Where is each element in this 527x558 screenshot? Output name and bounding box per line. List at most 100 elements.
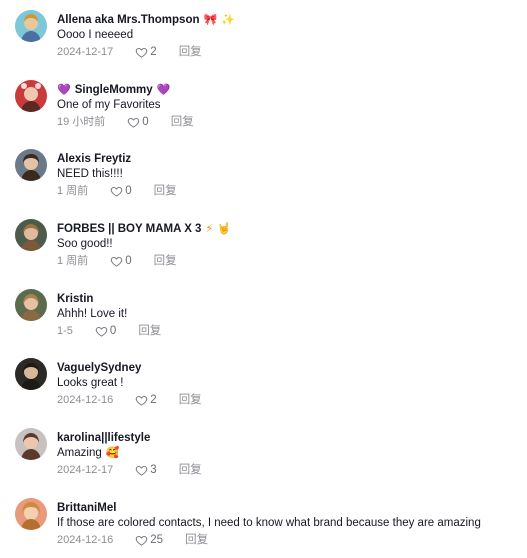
comment-meta: 19 小时前 0 回复 [57, 114, 194, 130]
comment-date: 2024-12-17 [57, 464, 114, 476]
like-count: 0 [109, 325, 117, 337]
reply-button[interactable]: 回复 [154, 183, 177, 199]
username-row: VaguelySydney [57, 360, 141, 376]
username[interactable]: BrittaniMel [57, 500, 116, 516]
like-button[interactable]: 2 [135, 44, 157, 60]
avatar[interactable] [15, 80, 47, 112]
username-row: Allena aka Mrs.Thompson 🎀 ✨ [57, 12, 235, 28]
avatar[interactable] [15, 498, 47, 530]
username-row: Kristin [57, 291, 93, 307]
like-button[interactable]: 3 [135, 462, 157, 478]
comment-item: Kristin Ahhh! Love it! 1-5 0 回复 [0, 289, 527, 349]
heart-outline-icon [110, 256, 123, 267]
comment-list: Allena aka Mrs.Thompson 🎀 ✨ Oooo I neeee… [0, 0, 527, 552]
purple-heart-emoji: 💜 [156, 84, 171, 96]
reply-button[interactable]: 回复 [179, 462, 202, 478]
comment-text-content: Amazing [57, 447, 102, 459]
purple-heart-emoji: 💜 [57, 84, 71, 96]
comment-meta: 2024-12-17 2 回复 [57, 44, 202, 60]
like-button[interactable]: 0 [110, 183, 132, 199]
heart-outline-icon [136, 535, 148, 546]
comment-text: Amazing 🥰 [57, 445, 119, 461]
username[interactable]: Alexis Freytiz [57, 151, 131, 167]
like-count: 2 [150, 394, 157, 406]
comment-item: Allena aka Mrs.Thompson 🎀 ✨ Oooo I neeee… [0, 10, 527, 70]
avatar[interactable] [15, 219, 47, 251]
avatar[interactable] [15, 358, 47, 390]
smiling-hearts-emoji: 🥰 [105, 447, 120, 459]
comment-text: Oooo I neeeed [57, 27, 133, 43]
comment-text: One of my Favorites [57, 97, 161, 113]
comment-text-content: Looks great ! [57, 377, 124, 389]
reply-button[interactable]: 回复 [138, 323, 161, 339]
username-row: FORBES || BOY MAMA X 3 ⚡ 🤘 [57, 221, 231, 237]
comment-date: 1-5 [57, 325, 73, 337]
comment-text-content: NEED this!!!! [57, 168, 123, 180]
like-button[interactable]: 0 [95, 323, 116, 339]
comment-text: If those are colored contacts, I need to… [57, 515, 481, 531]
comment-text-content: Soo good!! [57, 238, 113, 250]
like-count: 2 [150, 46, 157, 58]
username-row: 💜 SingleMommy 💜 [57, 82, 170, 98]
comment-item: FORBES || BOY MAMA X 3 ⚡ 🤘 Soo good!! 1 … [0, 219, 527, 279]
comment-date: 19 小时前 [57, 116, 106, 128]
comment-text-content: One of my Favorites [57, 99, 161, 111]
reply-button[interactable]: 回复 [171, 114, 194, 130]
comment-text: Looks great ! [57, 375, 123, 391]
like-count: 3 [150, 464, 157, 476]
heart-outline-icon [95, 326, 108, 337]
like-count: 0 [142, 116, 149, 128]
reply-button[interactable]: 回复 [185, 532, 208, 548]
avatar[interactable] [15, 149, 47, 181]
comment-item: Alexis Freytiz NEED this!!!! 1 周前 0 回复 [0, 149, 527, 209]
reply-button[interactable]: 回复 [179, 392, 202, 408]
like-count: 0 [125, 185, 132, 197]
sparkles-emoji: ✨ [221, 14, 235, 26]
heart-outline-icon [136, 465, 148, 476]
username-row: karolina||lifestyle [57, 430, 150, 446]
comment-item: VaguelySydney Looks great ! 2024-12-16 2… [0, 358, 527, 418]
username[interactable]: karolina||lifestyle [57, 430, 150, 446]
avatar[interactable] [15, 10, 47, 42]
comment-text: Soo good!! [57, 236, 113, 252]
comment-date: 1 周前 [57, 185, 89, 197]
reply-button[interactable]: 回复 [154, 253, 177, 269]
heart-outline-icon [128, 117, 140, 128]
comment-date: 1 周前 [57, 255, 89, 267]
like-count: 25 [150, 534, 164, 546]
comment-meta: 1 周前 0 回复 [57, 183, 177, 199]
username[interactable]: FORBES || BOY MAMA X 3 [57, 221, 201, 237]
comment-item: BrittaniMel If those are colored contact… [0, 498, 527, 558]
like-button[interactable]: 25 [135, 532, 163, 548]
comment-meta: 2024-12-16 25 回复 [57, 532, 208, 548]
comment-date: 2024-12-16 [57, 394, 114, 406]
like-button[interactable]: 0 [127, 114, 149, 130]
username[interactable]: Allena aka Mrs.Thompson [57, 12, 200, 28]
username-row: Alexis Freytiz [57, 151, 131, 167]
username[interactable]: SingleMommy [75, 82, 153, 98]
comment-text: Ahhh! Love it! [57, 306, 127, 322]
username[interactable]: Kristin [57, 291, 93, 307]
comment-meta: 1-5 0 回复 [57, 323, 161, 339]
like-count: 0 [125, 255, 132, 267]
comment-text-content: Oooo I neeeed [57, 29, 134, 41]
avatar[interactable] [15, 428, 47, 460]
comment-item: 💜 SingleMommy 💜 One of my Favorites 19 小… [0, 80, 527, 140]
username-row: BrittaniMel [57, 500, 116, 516]
comment-meta: 1 周前 0 回复 [57, 253, 177, 269]
comment-text: NEED this!!!! [57, 166, 123, 182]
reply-button[interactable]: 回复 [179, 44, 202, 60]
comment-meta: 2024-12-16 2 回复 [57, 392, 202, 408]
comment-date: 2024-12-16 [57, 534, 114, 546]
heart-outline-icon [136, 395, 148, 406]
comment-text-content: Ahhh! Love it! [57, 308, 128, 320]
comment-meta: 2024-12-17 3 回复 [57, 462, 202, 478]
ribbon-emoji: 🎀 [203, 14, 218, 26]
like-button[interactable]: 2 [135, 392, 157, 408]
comment-date: 2024-12-17 [57, 46, 114, 58]
like-button[interactable]: 0 [110, 253, 132, 269]
lightning-emoji: ⚡ [205, 223, 214, 235]
username[interactable]: VaguelySydney [57, 360, 141, 376]
avatar[interactable] [15, 289, 47, 321]
comment-item: karolina||lifestyle Amazing 🥰 2024-12-17… [0, 428, 527, 488]
